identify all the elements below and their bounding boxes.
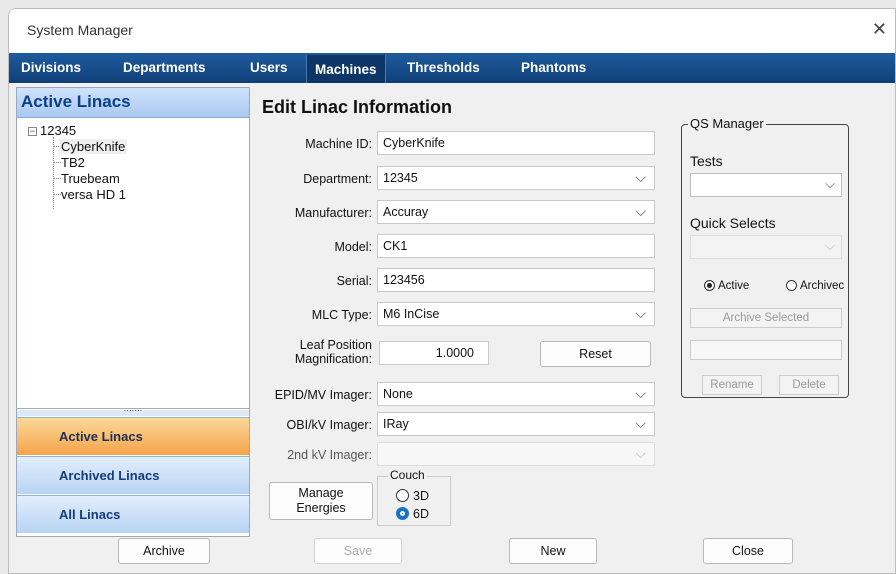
qs-archived-radio[interactable]: Archivec: [786, 280, 844, 292]
radio-selected-icon: [396, 507, 409, 520]
qs-active-radio[interactable]: Active: [704, 280, 749, 292]
tree-item-tb2[interactable]: TB2: [61, 155, 85, 170]
save-button: Save: [314, 538, 402, 564]
tree-item-truebeam[interactable]: Truebeam: [61, 171, 120, 186]
qs-manager-group: QS Manager Tests Quick Selects Active Ar…: [681, 116, 849, 398]
leaf-position-label-line1: Leaf Position: [299, 338, 372, 352]
archive-selected-button: Archive Selected: [690, 308, 842, 328]
form-title: Edit Linac Information: [262, 97, 453, 117]
obi-label: OBI/kV Imager:: [286, 418, 372, 432]
manage-energies-line1: Manage: [298, 486, 344, 500]
epid-label: EPID/MV Imager:: [274, 388, 372, 402]
epid-select[interactable]: None: [377, 382, 655, 406]
tree-item-cyberknife[interactable]: CyberKnife: [59, 139, 128, 154]
sidebar-title: Active Linacs: [21, 92, 131, 111]
window-title: System Manager: [27, 22, 133, 38]
qs-active-label: Active: [718, 280, 750, 292]
tree-connector: [53, 178, 61, 179]
kv2-select: [377, 442, 655, 466]
linac-sidebar: Active Linacs −12345 CyberKnife TB2 True…: [16, 87, 250, 537]
nav-all-linacs[interactable]: All Linacs: [17, 495, 249, 533]
tests-select[interactable]: [690, 173, 842, 197]
qs-archived-label: Archivec: [800, 280, 845, 292]
model-label: Model:: [334, 240, 372, 254]
tree-connector: [53, 162, 61, 163]
manage-energies-button[interactable]: Manage Energies: [269, 482, 373, 520]
delete-button: Delete: [779, 375, 839, 395]
tab-thresholds[interactable]: Thresholds: [407, 53, 480, 83]
splitter-grip-icon: ·······: [123, 406, 143, 415]
reset-button[interactable]: Reset: [540, 341, 651, 367]
radio-unselected-icon: [396, 489, 409, 502]
radio-unselected-icon: [786, 280, 797, 291]
department-label: Department:: [303, 172, 372, 186]
kv2-label: 2nd kV Imager:: [287, 448, 372, 462]
tab-machines[interactable]: Machines: [306, 55, 386, 83]
couch-legend: Couch: [388, 468, 427, 482]
collapse-icon[interactable]: −: [28, 127, 37, 136]
leaf-position-field[interactable]: 1.0000: [379, 341, 489, 365]
obi-select[interactable]: IRay: [377, 412, 655, 436]
sidebar-header: Active Linacs: [17, 88, 249, 118]
couch-3d-radio[interactable]: 3D: [396, 489, 429, 503]
department-select[interactable]: 12345: [377, 166, 655, 190]
close-window-icon[interactable]: ✕: [872, 19, 887, 40]
tests-label: Tests: [690, 153, 723, 169]
title-bar: System Manager ✕: [9, 9, 895, 53]
nav-archived-linacs[interactable]: Archived Linacs: [17, 456, 249, 494]
manufacturer-select[interactable]: Accuray: [377, 200, 655, 224]
new-button[interactable]: New: [509, 538, 597, 564]
rename-button: Rename: [702, 375, 762, 395]
qs-manager-legend: QS Manager: [688, 116, 766, 131]
tab-users[interactable]: Users: [250, 53, 288, 83]
couch-6d-label: 6D: [413, 507, 429, 521]
couch-3d-label: 3D: [413, 489, 429, 503]
model-field[interactable]: CK1: [377, 234, 655, 258]
manage-energies-line2: Energies: [296, 501, 346, 515]
machine-id-field[interactable]: CyberKnife: [377, 131, 655, 155]
tab-departments[interactable]: Departments: [123, 53, 206, 83]
archive-button[interactable]: Archive: [118, 538, 210, 564]
tree-item-versa-hd[interactable]: versa HD 1: [61, 187, 126, 202]
close-button[interactable]: Close: [703, 538, 793, 564]
leaf-position-label-line2: Magnification:: [294, 352, 372, 366]
tab-divisions[interactable]: Divisions: [21, 53, 81, 83]
main-tab-bar: Divisions Departments Users Machines Thr…: [9, 53, 895, 83]
nav-active-linacs[interactable]: Active Linacs: [17, 417, 249, 455]
serial-field[interactable]: 123456: [377, 268, 655, 292]
mlc-type-label: MLC Type:: [311, 308, 372, 322]
tree-root-label: 12345: [40, 123, 77, 138]
couch-6d-radio[interactable]: 6D: [396, 507, 429, 521]
leaf-position-label: Leaf Position Magnification:: [222, 338, 372, 366]
tab-phantoms[interactable]: Phantoms: [521, 53, 586, 83]
qs-name-field: [690, 340, 842, 360]
manufacturer-label: Manufacturer:: [294, 206, 372, 220]
sidebar-splitter[interactable]: ·······: [17, 407, 249, 416]
radio-selected-icon: [704, 280, 715, 291]
mlc-type-select[interactable]: M6 InCise: [377, 302, 655, 326]
linac-tree: −12345 CyberKnife TB2 Truebeam versa HD …: [17, 119, 249, 409]
quick-selects-label: Quick Selects: [690, 215, 776, 231]
tree-connector: [53, 194, 61, 195]
quick-selects-select: [690, 235, 842, 259]
tree-connector: [53, 137, 54, 209]
couch-group: Couch 3D 6D: [377, 468, 451, 526]
tree-root-node[interactable]: −12345: [28, 123, 76, 138]
serial-label: Serial:: [336, 274, 372, 288]
machine-id-label: Machine ID:: [305, 137, 372, 151]
